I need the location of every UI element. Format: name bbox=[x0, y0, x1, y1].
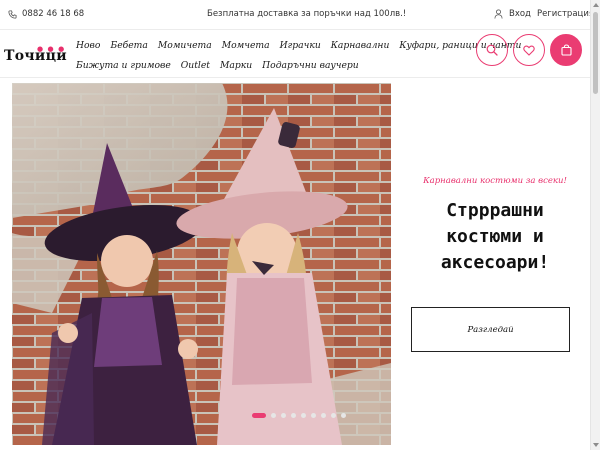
nav-item-outlet[interactable]: Outlet bbox=[181, 60, 210, 71]
carousel-dot[interactable] bbox=[321, 413, 326, 418]
carousel-dot[interactable] bbox=[281, 413, 286, 418]
wishlist-button[interactable] bbox=[513, 34, 545, 66]
nav-row-secondary: Бижута и гримове Outlet Марки Подаръчни … bbox=[76, 55, 476, 75]
hero-banner-image[interactable] bbox=[12, 83, 391, 445]
phone-number: 0882 46 18 68 bbox=[22, 9, 85, 19]
free-shipping-promo: Безплатна доставка за поръчки над 100лв.… bbox=[207, 9, 407, 19]
page-scrollbar[interactable] bbox=[590, 0, 600, 450]
hero-headline: Стрррашни костюми и аксесоари! bbox=[440, 200, 550, 273]
cart-button[interactable] bbox=[550, 34, 582, 66]
nav-item-new[interactable]: Ново bbox=[76, 40, 100, 51]
nav-item-babies[interactable]: Бебета bbox=[110, 40, 147, 51]
carousel-dot[interactable] bbox=[341, 413, 346, 418]
search-icon bbox=[486, 44, 498, 56]
main-navigation: Ново Бебета Момичета Момчета Играчки Кар… bbox=[76, 35, 521, 75]
browse-button[interactable]: Разгледай bbox=[411, 307, 570, 352]
nav-item-boys[interactable]: Момчета bbox=[222, 40, 270, 51]
carousel-dot-active[interactable] bbox=[252, 413, 266, 418]
carousel-dot[interactable] bbox=[291, 413, 296, 418]
nav-row-primary: Ново Бебета Момичета Момчета Играчки Кар… bbox=[76, 35, 521, 55]
login-link[interactable]: Вход bbox=[509, 9, 531, 19]
nav-item-brands[interactable]: Марки bbox=[220, 60, 252, 71]
top-bar: 0882 46 18 68 Безплатна доставка за поръ… bbox=[0, 0, 594, 30]
hero-eyebrow: Карнавални костюми за всеки! bbox=[423, 176, 567, 186]
scroll-down-arrow-icon[interactable] bbox=[593, 443, 599, 447]
scroll-up-arrow-icon[interactable] bbox=[593, 3, 599, 7]
nav-item-carnival[interactable]: Карнавални bbox=[331, 40, 390, 51]
carousel-dot[interactable] bbox=[271, 413, 276, 418]
scrollbar-thumb[interactable] bbox=[593, 12, 598, 94]
logo-dots: ● ● ● bbox=[37, 44, 66, 53]
carousel-indicators bbox=[252, 413, 346, 418]
carousel-dot[interactable] bbox=[311, 413, 316, 418]
account-links: Вход Регистрация bbox=[494, 9, 594, 19]
carousel-dot[interactable] bbox=[331, 413, 336, 418]
main-header: Точици ● ● ● Ново Бебета Момичета Момчет… bbox=[0, 30, 590, 78]
phone-icon bbox=[8, 9, 17, 19]
register-link[interactable]: Регистрация bbox=[537, 9, 594, 19]
site-logo[interactable]: Точици ● ● ● bbox=[4, 44, 67, 64]
phone-contact[interactable]: 0882 46 18 68 bbox=[8, 9, 84, 19]
heart-icon bbox=[523, 45, 535, 56]
user-icon bbox=[494, 9, 503, 19]
nav-item-jewelry[interactable]: Бижута и гримове bbox=[76, 60, 171, 71]
nav-item-toys[interactable]: Играчки bbox=[280, 40, 321, 51]
shopping-bag-icon bbox=[560, 44, 572, 56]
nav-item-girls[interactable]: Момичета bbox=[158, 40, 212, 51]
nav-item-gift-vouchers[interactable]: Подаръчни ваучери bbox=[262, 60, 359, 71]
hero-photo bbox=[12, 83, 391, 445]
carousel-dot[interactable] bbox=[301, 413, 306, 418]
search-button[interactable] bbox=[476, 34, 508, 66]
